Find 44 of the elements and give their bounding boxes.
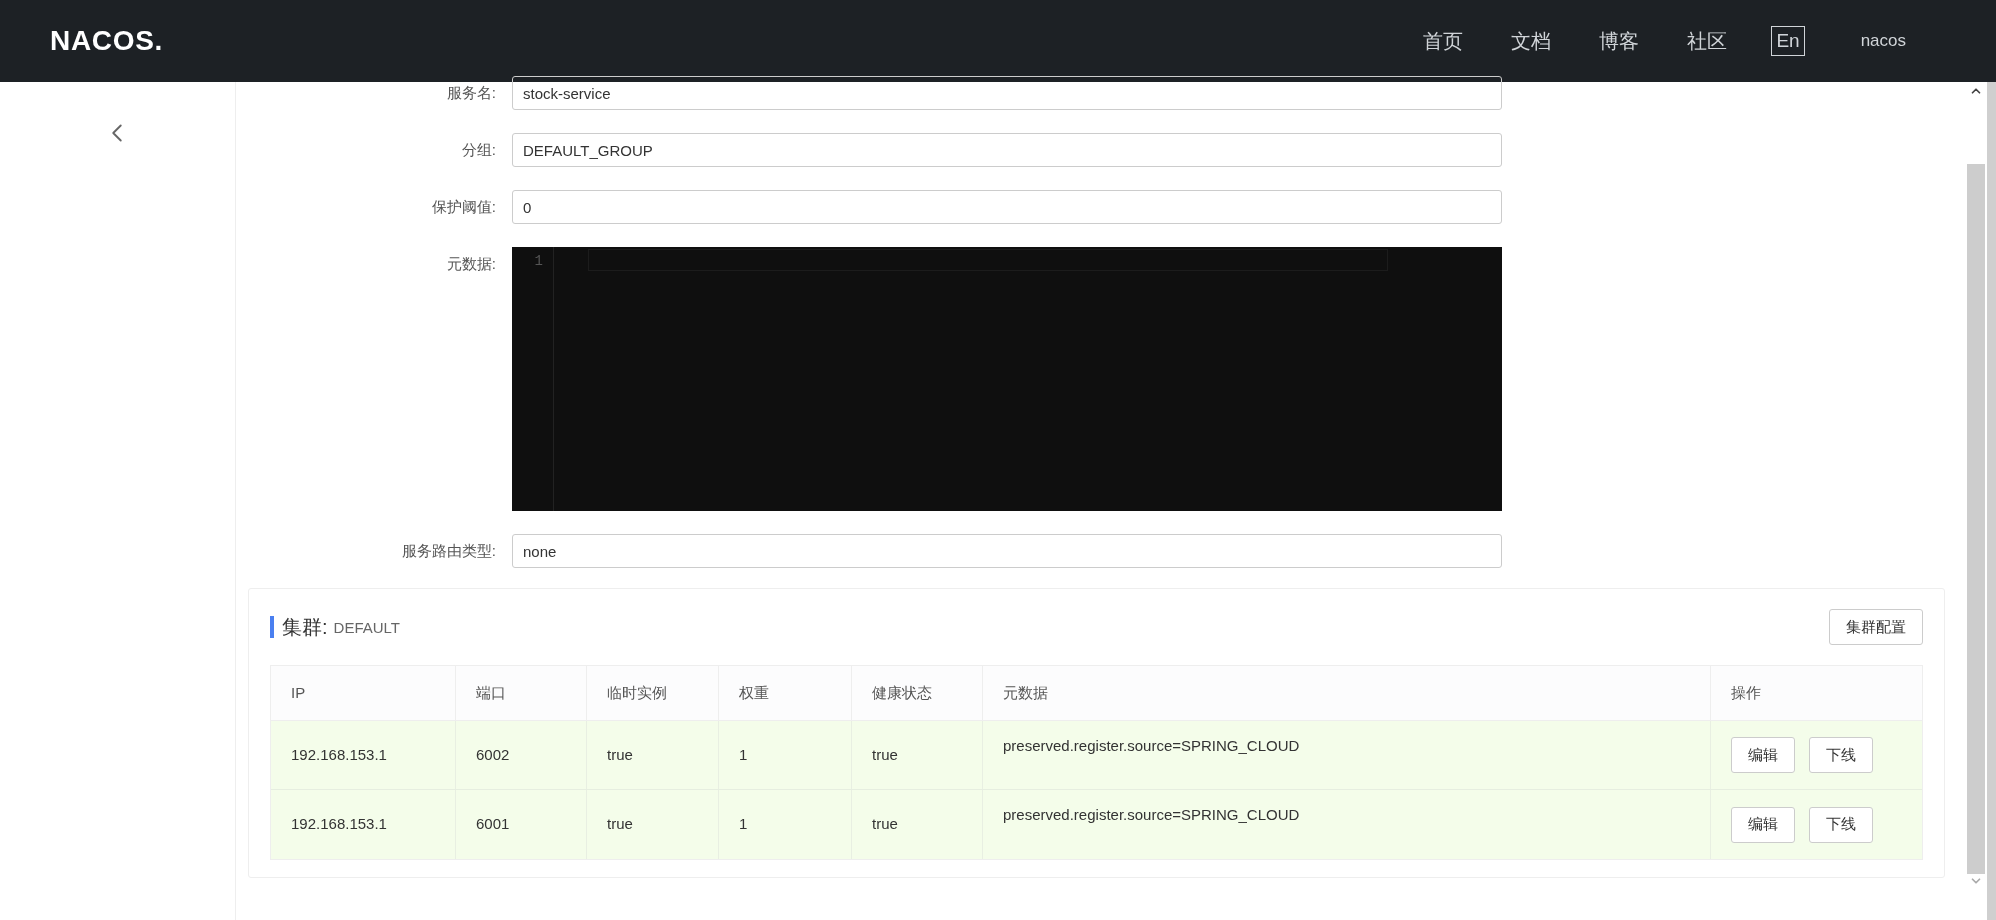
field-label: 元数据: [445, 254, 497, 274]
action-button[interactable]: 编辑 [1731, 806, 1795, 843]
line-number: 1 [534, 252, 543, 271]
input-field[interactable]: DEFAULT_GROUP [512, 133, 1502, 167]
cluster-name: DEFAULT [333, 617, 400, 638]
table-cell: preserved.register.source=SPRING_CLOUD [982, 721, 1710, 789]
input-field[interactable]: 0 [512, 190, 1502, 224]
accent-bar [270, 616, 274, 638]
input-field[interactable]: stock-service [512, 76, 1502, 110]
table-cell-text: 192.168.153.1 [290, 814, 388, 835]
action-button[interactable]: 下线 [1809, 737, 1873, 773]
action-button[interactable]: 编辑 [1731, 737, 1795, 773]
cluster-title: 集群: [282, 615, 328, 640]
table-cell: 6001 [455, 790, 586, 859]
field-label: 分组: [460, 140, 497, 160]
input-field[interactable]: none [512, 534, 1502, 568]
field-label: 保护阈值: [430, 197, 497, 217]
table-cell: 6002 [455, 721, 586, 789]
column-header: 权重 [718, 666, 851, 720]
nav-link[interactable]: 社区 [1687, 26, 1728, 56]
table-cell-text: 192.168.153.1 [290, 744, 388, 765]
column-header: 临时实例 [586, 666, 718, 720]
table-cell: 1 [718, 721, 851, 789]
action-button[interactable]: 下线 [1809, 806, 1873, 843]
user-name[interactable]: nacos [1860, 28, 1906, 54]
language-toggle[interactable]: En [1771, 25, 1805, 57]
cluster-config-button[interactable]: 集群配置 [1829, 609, 1923, 645]
column-header: 操作 [1710, 666, 1922, 720]
logo[interactable]: NACOS. [50, 20, 164, 62]
table-cell: true [851, 721, 982, 789]
column-header: 端口 [455, 666, 586, 720]
field-label: 服务名: [445, 83, 497, 103]
column-header: IP [290, 682, 307, 703]
table-cell: true [586, 721, 718, 789]
field-label: 服务路由类型: [400, 541, 497, 561]
table-cell: true [851, 790, 982, 859]
table-cell: true [586, 790, 718, 859]
table-cell: 1 [718, 790, 851, 859]
nav-link[interactable]: 首页 [1423, 26, 1464, 56]
table-cell: preserved.register.source=SPRING_CLOUD [982, 790, 1710, 859]
nav-link[interactable]: 博客 [1599, 26, 1640, 56]
nav-link[interactable]: 文档 [1511, 26, 1552, 56]
column-header: 元数据 [982, 666, 1710, 720]
column-header: 健康状态 [851, 666, 982, 720]
